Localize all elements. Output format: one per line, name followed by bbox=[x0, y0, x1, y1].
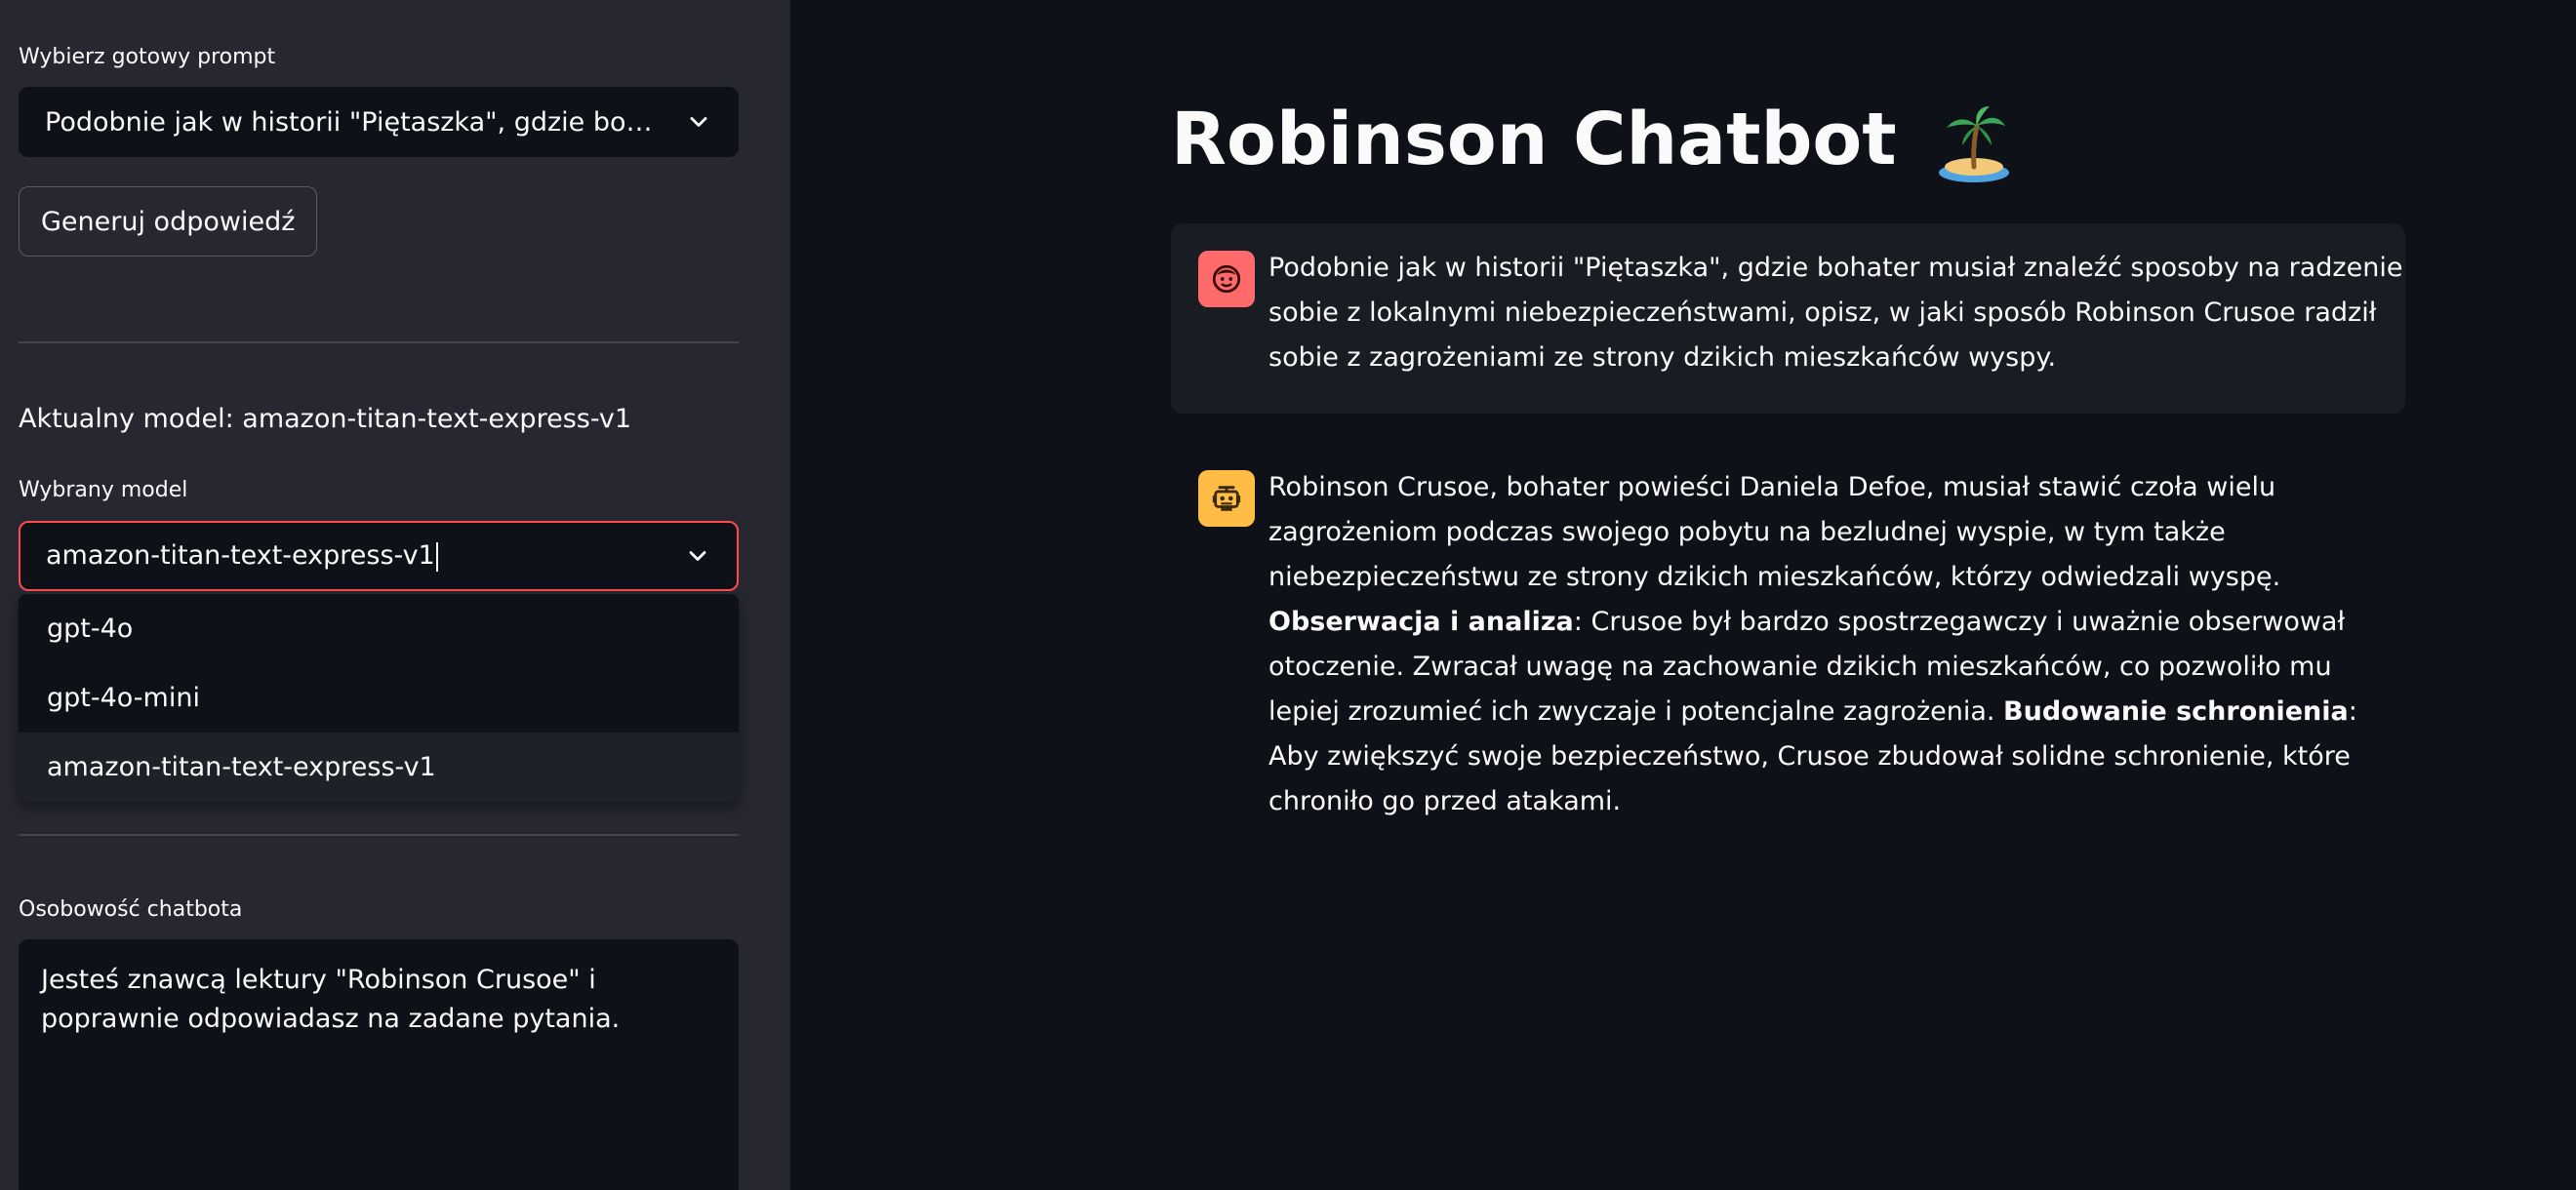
text-caret bbox=[435, 541, 438, 572]
sidebar: Wybierz gotowy prompt Podobnie jak w his… bbox=[0, 0, 790, 1190]
generate-button[interactable]: Generuj odpowiedź bbox=[19, 186, 318, 257]
assistant-message: Robinson Crusoe, bohater powieści Daniel… bbox=[1171, 461, 2405, 824]
page-title-text: Robinson Chatbot bbox=[1171, 98, 1897, 181]
assistant-point-title: Obserwacja i analiza bbox=[1268, 607, 1574, 637]
model-option-gpt-4o-mini[interactable]: gpt-4o-mini bbox=[19, 663, 739, 733]
robot-icon bbox=[1212, 486, 1241, 511]
model-option-amazon-titan[interactable]: amazon-titan-text-express-v1 bbox=[19, 733, 739, 802]
divider bbox=[19, 834, 739, 836]
model-select-input-text: amazon-titan-text-express-v1 bbox=[46, 540, 435, 572]
main-content: Robinson Chatbot Podobnie jak w historii… bbox=[790, 0, 2576, 1190]
model-select-label: Wybrany model bbox=[19, 478, 188, 502]
chevron-down-icon bbox=[690, 117, 707, 127]
prompt-select[interactable]: Podobnie jak w historii "Piętaszka", gdz… bbox=[19, 87, 739, 157]
assistant-text-intro: Robinson Crusoe, bohater powieści Daniel… bbox=[1268, 472, 2281, 592]
prompt-select-value: Podobnie jak w historii "Piętaszka", gdz… bbox=[45, 106, 667, 138]
assistant-point-title: Budowanie schronienia bbox=[2003, 696, 2349, 727]
assistant-message-text: Robinson Crusoe, bohater powieści Daniel… bbox=[1268, 465, 2405, 824]
model-select-input[interactable]: amazon-titan-text-express-v1 bbox=[46, 540, 666, 572]
page-title: Robinson Chatbot bbox=[1171, 98, 2011, 184]
user-message: Podobnie jak w historii "Piętaszka", gdz… bbox=[1171, 223, 2405, 414]
current-model-text: Aktualny model: amazon-titan-text-expres… bbox=[19, 404, 632, 434]
bot-avatar bbox=[1198, 470, 1255, 527]
face-icon bbox=[1212, 264, 1241, 294]
chevron-down-icon[interactable] bbox=[684, 542, 711, 570]
model-select[interactable]: amazon-titan-text-express-v1 bbox=[19, 521, 739, 591]
personality-textarea[interactable]: Jesteś znawcą lektury "Robinson Crusoe" … bbox=[19, 939, 739, 1190]
model-dropdown-list: gpt-4o gpt-4o-mini amazon-titan-text-exp… bbox=[19, 594, 739, 802]
personality-label: Osobowość chatbota bbox=[19, 897, 243, 922]
prompt-select-label: Wybierz gotowy prompt bbox=[19, 45, 276, 69]
user-avatar bbox=[1198, 251, 1255, 307]
desert-island-icon bbox=[1939, 106, 2010, 183]
user-message-text: Podobnie jak w historii "Piętaszka", gdz… bbox=[1268, 253, 2403, 373]
model-option-gpt-4o[interactable]: gpt-4o bbox=[19, 594, 739, 663]
divider bbox=[19, 341, 739, 343]
